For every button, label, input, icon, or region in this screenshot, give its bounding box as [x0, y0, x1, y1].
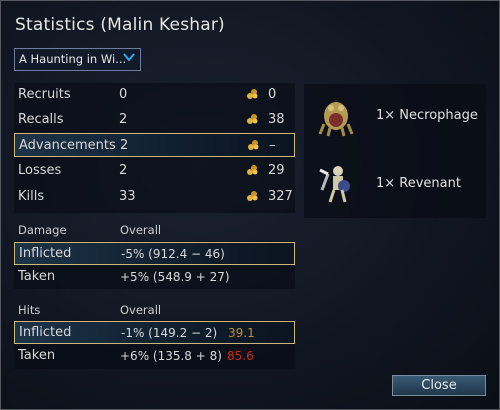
stat-row-losses[interactable]: Losses 2 29	[14, 159, 295, 183]
hits-header: Hits	[18, 303, 41, 317]
unit-row-necrophage[interactable]: 1× Necrophage	[304, 86, 486, 146]
stat-gold-value: 29	[268, 163, 285, 178]
hits-expected-value: 39.1	[228, 326, 255, 340]
stat-value: 2	[120, 138, 129, 153]
gold-coins-icon	[246, 87, 259, 104]
stat-value: 2	[119, 163, 128, 178]
revenant-portrait-icon	[314, 162, 358, 206]
damage-label: Inflicted	[19, 246, 72, 261]
stat-value: 33	[119, 189, 136, 204]
gold-coins-icon	[247, 138, 260, 155]
stat-gold-value: –	[269, 138, 276, 153]
gold-coins-icon	[246, 112, 259, 129]
damage-header: Damage	[18, 223, 67, 237]
stat-row-recruits[interactable]: Recruits 0 0	[14, 83, 295, 107]
gold-coins-icon	[246, 189, 259, 206]
damage-label: Taken	[18, 269, 56, 284]
stat-row-kills[interactable]: Kills 33 327	[14, 185, 295, 209]
necrophage-portrait-icon	[314, 94, 358, 138]
damage-overall-header: Overall	[120, 223, 162, 237]
stat-label: Recruits	[18, 87, 71, 102]
hits-overall-header: Overall	[120, 303, 162, 317]
unit-label: 1× Necrophage	[376, 108, 478, 123]
hits-expected-value: 85.6	[227, 349, 254, 363]
chevron-down-icon[interactable]	[120, 50, 138, 68]
hits-label: Inflicted	[19, 325, 72, 340]
stat-label: Recalls	[18, 112, 64, 127]
damage-row-inflicted[interactable]: Inflicted -5% (912.4 − 46)	[14, 242, 295, 265]
stat-value: 0	[119, 87, 128, 102]
hits-row-taken[interactable]: Taken +6% (135.8 + 8) 85.6	[14, 345, 295, 368]
stat-gold-value: 0	[268, 87, 277, 102]
stat-gold-value: 327	[268, 189, 293, 204]
gold-coins-icon	[246, 163, 259, 180]
scenario-dropdown-value: A Haunting in Wi...	[19, 52, 127, 66]
statistics-dialog: Statistics (Malin Keshar) A Haunting in …	[0, 0, 500, 410]
damage-row-taken[interactable]: Taken +5% (548.9 + 27)	[14, 266, 295, 289]
close-button[interactable]: Close	[392, 375, 486, 396]
unit-row-revenant[interactable]: 1× Revenant	[304, 154, 486, 214]
stat-row-advancements[interactable]: Advancements 2 –	[14, 133, 295, 157]
stat-gold-value: 38	[268, 112, 285, 127]
hits-value: -1% (149.2 − 2)	[121, 326, 218, 340]
dialog-title: Statistics (Malin Keshar)	[15, 15, 225, 35]
stat-label: Advancements	[19, 138, 116, 153]
hits-value: +6% (135.8 + 8)	[120, 349, 222, 363]
stat-row-recalls[interactable]: Recalls 2 38	[14, 108, 295, 132]
unit-list-panel: 1× Necrophage 1× Revenant	[304, 84, 486, 218]
hits-row-inflicted[interactable]: Inflicted -1% (149.2 − 2) 39.1	[14, 321, 295, 344]
damage-value: +5% (548.9 + 27)	[120, 270, 230, 284]
damage-value: -5% (912.4 − 46)	[121, 247, 225, 261]
stat-label: Kills	[18, 189, 45, 204]
stat-value: 2	[119, 112, 128, 127]
stat-label: Losses	[18, 163, 62, 178]
scenario-dropdown[interactable]: A Haunting in Wi...	[14, 48, 141, 71]
hits-label: Taken	[18, 348, 56, 363]
unit-label: 1× Revenant	[376, 176, 461, 191]
